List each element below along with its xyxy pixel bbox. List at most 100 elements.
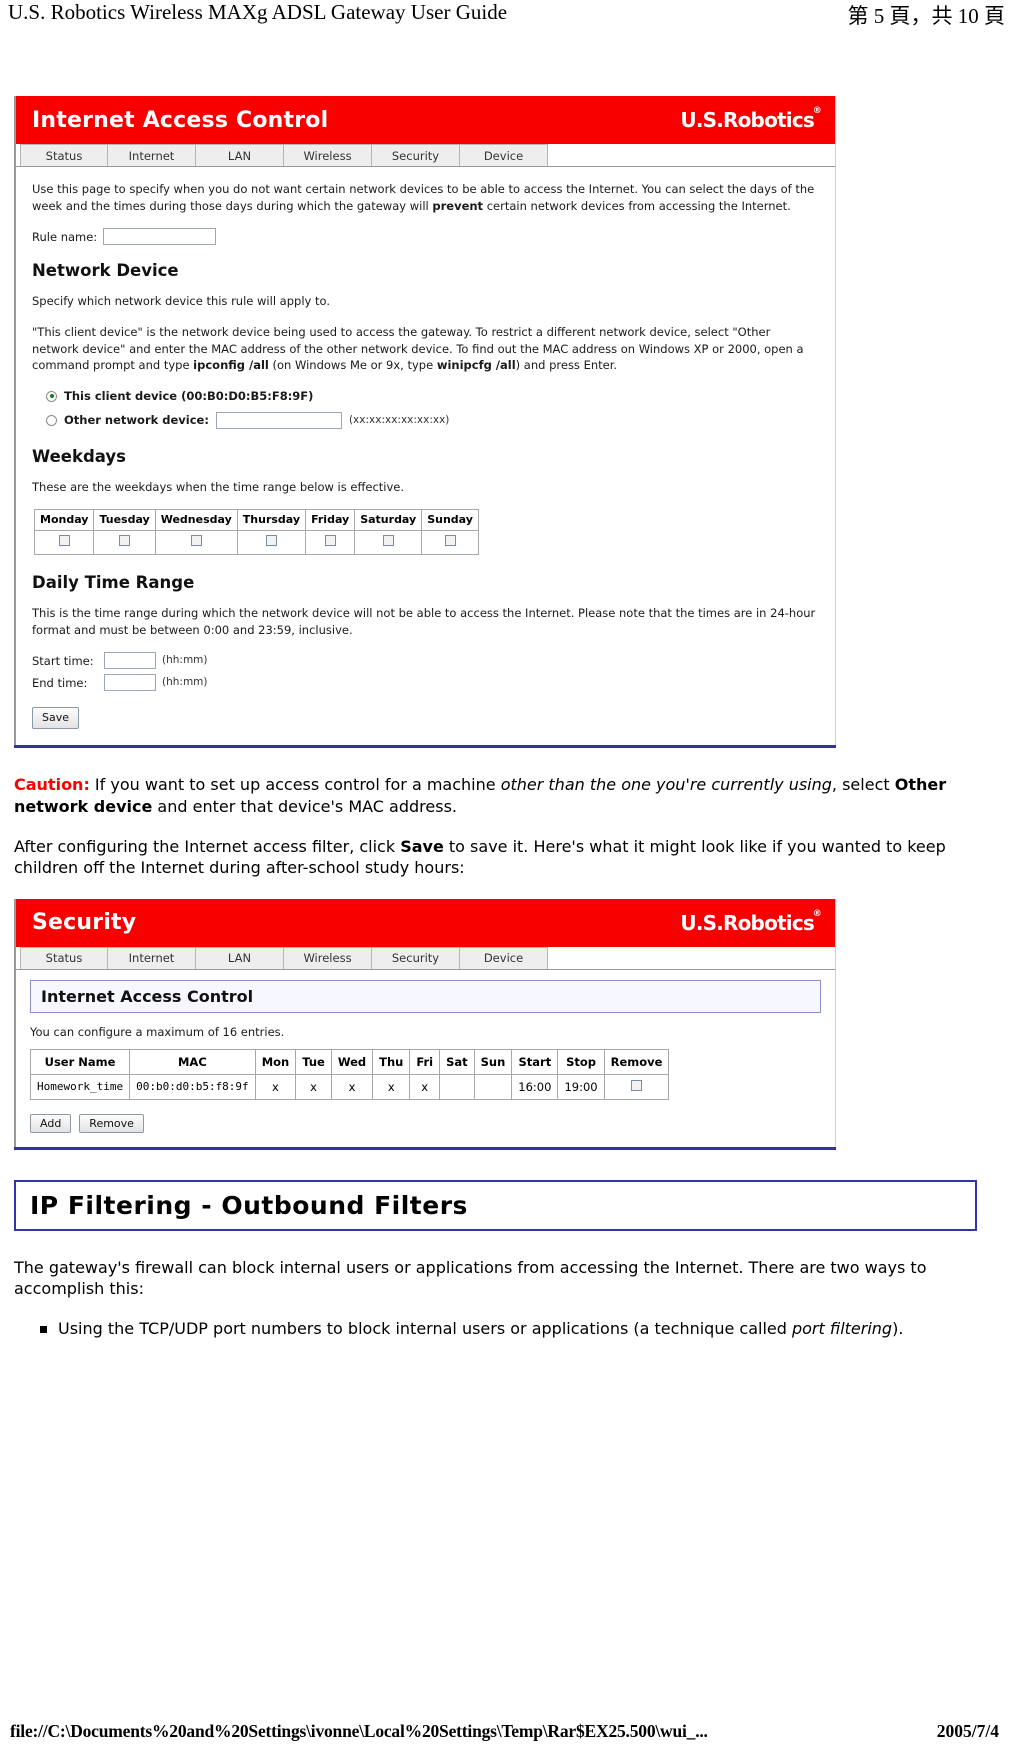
- caution-em-1: other than the one you're currently usin…: [500, 775, 832, 795]
- tab-security[interactable]: Security: [372, 144, 460, 166]
- bullet-text-2: ).: [892, 1318, 904, 1338]
- radio-row-this-client[interactable]: This client device (00:B0:D0:B5:F8:9F): [32, 388, 819, 405]
- weekday-cell-monday: [33, 530, 95, 556]
- checkbox-remove-row[interactable]: [631, 1079, 643, 1091]
- radio-other-network-device[interactable]: [46, 414, 57, 426]
- panel2-title: Security: [32, 910, 137, 936]
- cell-fri: x: [409, 1073, 441, 1100]
- network-device-desc: Specify which network device this rule w…: [32, 294, 330, 309]
- weekday-cell-wednesday: [154, 530, 238, 556]
- tab2-lan[interactable]: LAN: [196, 946, 284, 969]
- tab2-internet[interactable]: Internet: [108, 946, 196, 969]
- other-device-mac-input[interactable]: [215, 411, 342, 429]
- document-title: U.S. Robotics Wireless MAXg ADSL Gateway…: [8, 0, 508, 24]
- network-device-heading: Network Device: [32, 261, 179, 281]
- weekday-header-wednesday: Wednesday: [154, 509, 238, 532]
- caution-label: Caution:: [14, 775, 90, 795]
- checkbox-thursday[interactable]: [265, 534, 277, 546]
- col-stop: Stop: [557, 1048, 605, 1075]
- start-time-label: Start time:: [32, 653, 94, 668]
- footer-date: 2005/7/4: [936, 1721, 999, 1741]
- radio-other-device-label: Other network device:: [64, 412, 209, 427]
- panel2-banner: Security U.S.Robotics ®: [16, 898, 835, 947]
- cell-tue: x: [295, 1073, 332, 1100]
- tab2-security[interactable]: Security: [372, 946, 460, 969]
- usrobotics-logo-2: U.S.Robotics ®: [680, 908, 822, 935]
- tab-wireless[interactable]: Wireless: [284, 144, 372, 166]
- rule-name-input[interactable]: [103, 228, 217, 246]
- caution-text-1: If you want to set up access control for…: [89, 775, 501, 795]
- registered-trademark-icon-2: ®: [812, 908, 822, 919]
- radio-row-other-device[interactable]: Other network device: (xx:xx:xx:xx:xx:xx…: [32, 411, 819, 429]
- weekday-header-saturday: Saturday: [354, 509, 423, 532]
- intro-text-2: certain network devices from accessing t…: [483, 198, 791, 213]
- weekdays-heading: Weekdays: [32, 446, 126, 466]
- weekday-cell-saturday: [354, 530, 423, 556]
- after-config-paragraph: After configuring the Internet access fi…: [14, 836, 999, 879]
- end-time-row: End time: (hh:mm): [32, 674, 819, 692]
- daily-time-range-desc: This is the time range during which the …: [32, 606, 816, 637]
- weekday-header-sunday: Sunday: [421, 509, 479, 532]
- end-time-hint: (hh:mm): [162, 676, 208, 689]
- weekdays-header-row: Monday Tuesday Wednesday Thursday Friday…: [33, 509, 479, 532]
- weekday-cell-friday: [305, 530, 356, 556]
- tab-device[interactable]: Device: [460, 144, 548, 166]
- bullet-text-1: Using the TCP/UDP port numbers to block …: [58, 1318, 792, 1338]
- weekdays-desc: These are the weekdays when the time ran…: [32, 479, 405, 494]
- intro-bold-prevent: prevent: [432, 198, 484, 213]
- col-tue: Tue: [295, 1048, 332, 1075]
- end-time-label: End time:: [32, 675, 88, 690]
- registered-trademark-icon: ®: [812, 106, 822, 116]
- tab2-wireless[interactable]: Wireless: [284, 946, 372, 969]
- weekday-header-monday: Monday: [33, 509, 95, 532]
- weekday-header-friday: Friday: [305, 509, 356, 532]
- checkbox-saturday[interactable]: [382, 534, 394, 546]
- prose-block-2: The gateway's firewall can block interna…: [14, 1257, 999, 1340]
- end-time-input[interactable]: [104, 674, 156, 692]
- checkbox-sunday[interactable]: [444, 534, 456, 546]
- checkbox-monday[interactable]: [58, 534, 70, 546]
- checkbox-friday[interactable]: [324, 534, 336, 546]
- usrobotics-logo-text-2: U.S.Robotics: [680, 910, 814, 935]
- save-button[interactable]: Save: [32, 707, 80, 730]
- start-time-input[interactable]: [104, 652, 156, 670]
- router-ui-panel-internet-access-control: Internet Access Control U.S.Robotics ® St…: [14, 96, 836, 749]
- remove-button[interactable]: Remove: [79, 1113, 144, 1133]
- col-wed: Wed: [330, 1048, 374, 1075]
- col-sat: Sat: [439, 1048, 475, 1075]
- weekday-cell-tuesday: [93, 530, 156, 556]
- router-ui-panel-security: Security U.S.Robotics ® Status Internet L…: [14, 898, 836, 1150]
- tab-lan[interactable]: LAN: [196, 144, 284, 166]
- client-device-desc: "This client device" is the network devi…: [32, 324, 819, 374]
- col-mac: MAC: [129, 1048, 256, 1075]
- radio-this-client-device[interactable]: [46, 390, 57, 402]
- tab2-status[interactable]: Status: [20, 946, 108, 969]
- tab-status[interactable]: Status: [20, 144, 108, 166]
- cell-stop: 19:00: [557, 1073, 605, 1100]
- checkbox-wednesday[interactable]: [190, 534, 202, 546]
- caution-paragraph: Caution: If you want to set up access co…: [14, 774, 999, 817]
- weekday-header-tuesday: Tuesday: [93, 509, 156, 532]
- entries-header-row: User Name MAC Mon Tue Wed Thu Fri Sat Su…: [29, 1048, 670, 1075]
- daily-time-range-heading: Daily Time Range: [32, 573, 195, 593]
- access-control-entries-table: User Name MAC Mon Tue Wed Thu Fri Sat Su…: [29, 1048, 670, 1100]
- ip-filtering-bullets: Using the TCP/UDP port numbers to block …: [14, 1318, 999, 1340]
- cell-user-name: Homework_time: [29, 1073, 131, 1100]
- weekdays-table: Monday Tuesday Wednesday Thursday Friday…: [33, 509, 479, 556]
- cell-sat: [439, 1073, 475, 1100]
- usrobotics-logo: U.S.Robotics ®: [680, 106, 822, 132]
- page-indicator: 第 5 頁，共 10 頁: [847, 4, 1006, 28]
- cell-mon: x: [254, 1073, 297, 1100]
- weekday-header-thursday: Thursday: [236, 509, 307, 532]
- page-header: U.S. Robotics Wireless MAXg ADSL Gateway…: [0, 0, 1013, 34]
- add-button[interactable]: Add: [30, 1113, 72, 1133]
- col-mon: Mon: [254, 1048, 297, 1075]
- panel1-title: Internet Access Control: [32, 107, 329, 133]
- tab2-device[interactable]: Device: [460, 946, 548, 969]
- tab-internet[interactable]: Internet: [108, 144, 196, 166]
- col-thu: Thu: [372, 1048, 411, 1075]
- checkbox-tuesday[interactable]: [119, 534, 131, 546]
- page-footer: file://C:\Documents%20and%20Settings\ivo…: [0, 1721, 1013, 1742]
- panel1-body: Use this page to specify when you do not…: [16, 167, 835, 745]
- cmd-ipconfig: ipconfig /all: [193, 358, 269, 373]
